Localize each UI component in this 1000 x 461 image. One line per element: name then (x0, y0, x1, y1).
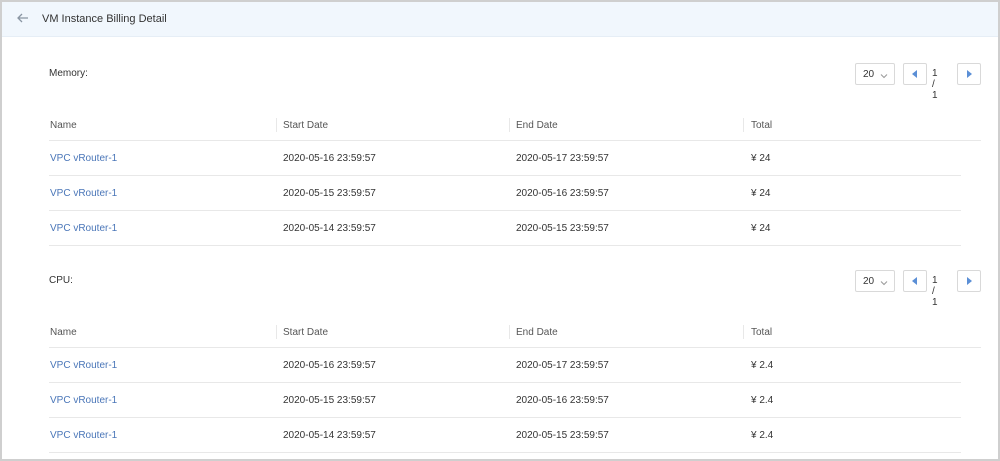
cpu-table: Name Start Date End Date Total VPC vRout… (49, 319, 981, 453)
row-name-link[interactable]: VPC vRouter-1 (50, 360, 117, 371)
table-header: Name Start Date End Date Total (49, 319, 981, 348)
table-row: VPC vRouter-1 2020-05-16 23:59:57 2020-0… (49, 141, 961, 176)
row-start-date: 2020-05-15 23:59:57 (283, 395, 376, 406)
row-total: ¥ 2.4 (751, 430, 774, 441)
column-divider[interactable] (509, 118, 510, 132)
next-page-button[interactable] (957, 63, 981, 85)
chevron-down-icon (880, 278, 888, 286)
arrow-left-icon[interactable] (16, 11, 30, 25)
column-header-end-date: End Date (516, 327, 558, 338)
table-row: VPC vRouter-1 2020-05-15 23:59:57 2020-0… (49, 176, 961, 211)
row-name-link[interactable]: VPC vRouter-1 (50, 153, 117, 164)
section-title: CPU: (49, 275, 73, 286)
row-start-date: 2020-05-14 23:59:57 (283, 223, 376, 234)
page-size-select[interactable]: 20 (855, 63, 895, 85)
column-header-end-date: End Date (516, 120, 558, 131)
column-header-start-date: Start Date (283, 120, 329, 131)
row-start-date: 2020-05-16 23:59:57 (283, 360, 376, 371)
column-divider[interactable] (276, 325, 277, 339)
row-name-link[interactable]: VPC vRouter-1 (50, 188, 117, 199)
page-size-value: 20 (863, 69, 875, 80)
caret-left-icon (912, 70, 917, 78)
prev-page-button[interactable] (903, 270, 927, 292)
column-divider[interactable] (743, 118, 744, 132)
table-header: Name Start Date End Date Total (49, 112, 981, 141)
row-end-date: 2020-05-15 23:59:57 (516, 430, 609, 441)
section-title: Memory: (49, 68, 88, 79)
table-row: VPC vRouter-1 2020-05-16 23:59:57 2020-0… (49, 348, 961, 383)
row-total: ¥ 2.4 (751, 360, 774, 371)
chevron-down-icon (880, 71, 888, 79)
caret-right-icon (967, 70, 972, 78)
column-header-total: Total (751, 120, 773, 131)
row-name-link[interactable]: VPC vRouter-1 (50, 395, 117, 406)
page-indicator: 1 / 1 (932, 275, 938, 308)
column-header-start-date: Start Date (283, 327, 329, 338)
column-divider[interactable] (509, 325, 510, 339)
page-size-value: 20 (863, 276, 875, 287)
column-divider[interactable] (276, 118, 277, 132)
table-row: VPC vRouter-1 2020-05-14 23:59:57 2020-0… (49, 418, 961, 453)
row-end-date: 2020-05-17 23:59:57 (516, 153, 609, 164)
row-start-date: 2020-05-16 23:59:57 (283, 153, 376, 164)
page-indicator: 1 / 1 (932, 68, 938, 101)
row-total: ¥ 2.4 (751, 395, 774, 406)
row-end-date: 2020-05-16 23:59:57 (516, 188, 609, 199)
page-header: VM Instance Billing Detail (2, 2, 998, 37)
caret-right-icon (967, 277, 972, 285)
row-end-date: 2020-05-17 23:59:57 (516, 360, 609, 371)
table-row: VPC vRouter-1 2020-05-15 23:59:57 2020-0… (49, 383, 961, 418)
column-header-name: Name (50, 120, 77, 131)
row-name-link[interactable]: VPC vRouter-1 (50, 223, 117, 234)
column-header-name: Name (50, 327, 77, 338)
caret-left-icon (912, 277, 917, 285)
row-total: ¥ 24 (751, 188, 771, 199)
next-page-button[interactable] (957, 270, 981, 292)
prev-page-button[interactable] (903, 63, 927, 85)
memory-table: Name Start Date End Date Total VPC vRout… (49, 112, 981, 246)
row-end-date: 2020-05-16 23:59:57 (516, 395, 609, 406)
row-end-date: 2020-05-15 23:59:57 (516, 223, 609, 234)
page-title: VM Instance Billing Detail (42, 13, 167, 25)
page-size-select[interactable]: 20 (855, 270, 895, 292)
table-row: VPC vRouter-1 2020-05-14 23:59:57 2020-0… (49, 211, 961, 246)
app-frame: VM Instance Billing Detail Memory: 20 1 … (0, 0, 1000, 461)
row-total: ¥ 24 (751, 153, 771, 164)
column-header-total: Total (751, 327, 773, 338)
row-start-date: 2020-05-15 23:59:57 (283, 188, 376, 199)
row-start-date: 2020-05-14 23:59:57 (283, 430, 376, 441)
column-divider[interactable] (743, 325, 744, 339)
row-total: ¥ 24 (751, 223, 771, 234)
row-name-link[interactable]: VPC vRouter-1 (50, 430, 117, 441)
